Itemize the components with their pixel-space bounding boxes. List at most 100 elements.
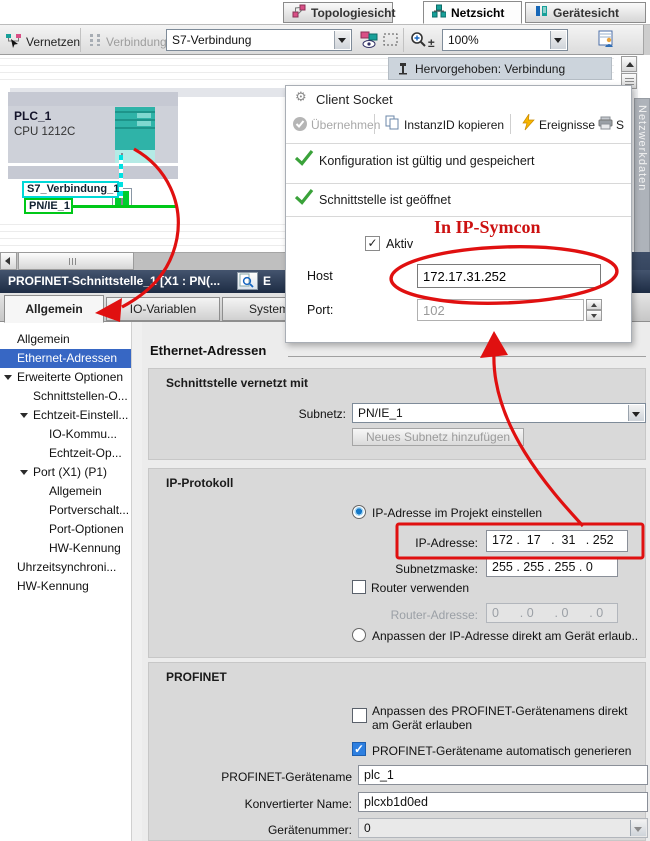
station-type: CPU 1212C bbox=[14, 126, 75, 138]
tree-item-erweiterte-optionen[interactable]: Erweiterte Optionen bbox=[0, 368, 131, 387]
tab-label: Allgemein bbox=[25, 302, 82, 316]
more-button-cut[interactable]: S bbox=[616, 118, 624, 132]
scroll-up-button[interactable] bbox=[621, 56, 637, 72]
aktiv-checkbox[interactable]: ✓ bbox=[365, 236, 380, 251]
tree-item-echtzeit-optionen[interactable]: Echtzeit-Op... bbox=[0, 444, 131, 463]
expander-icon[interactable] bbox=[4, 375, 12, 380]
geraetenummer-value: 0 bbox=[364, 821, 371, 835]
connection-type-value: S7-Verbindung bbox=[172, 33, 251, 47]
tab-topologiesicht[interactable]: Topologiesicht bbox=[283, 2, 393, 23]
router-checkbox-label: Router verwenden bbox=[371, 581, 469, 595]
tab-geraetesicht[interactable]: Gerätesicht bbox=[525, 2, 646, 23]
zoom-in-icon[interactable] bbox=[410, 31, 428, 52]
grip-icon bbox=[625, 78, 634, 85]
check-icon bbox=[294, 149, 314, 169]
pin-icon[interactable] bbox=[397, 62, 409, 79]
events-button[interactable]: Ereignisse bbox=[539, 118, 595, 132]
scrollbar-thumb[interactable] bbox=[18, 252, 134, 270]
subnetz-select[interactable]: PN/IE_1 bbox=[352, 403, 646, 423]
ip-adresse-label: IP-Adresse: bbox=[378, 536, 478, 550]
tree-item-portverschaltung[interactable]: Portverschalt... bbox=[0, 501, 131, 520]
arrow-left-icon bbox=[5, 257, 10, 265]
konvertierter-name-label: Konvertierter Name: bbox=[202, 797, 352, 811]
s7-connection-line[interactable] bbox=[119, 155, 123, 198]
port-decrement-button[interactable] bbox=[586, 310, 602, 321]
status-config: Konfiguration ist gültig und gespeichert bbox=[319, 154, 534, 168]
konvertierter-name-field[interactable]: plcxb1d0ed bbox=[358, 792, 648, 812]
apply-button[interactable]: Übernehmen bbox=[311, 118, 380, 132]
zoom-level-select[interactable]: 100% bbox=[442, 29, 568, 51]
subnetzmaske-field[interactable]: 255 . 255 . 255 . 0 bbox=[486, 557, 618, 577]
netzwerkdaten-tab[interactable]: Netzwerkdaten bbox=[634, 98, 650, 256]
expander-icon[interactable] bbox=[20, 470, 28, 475]
router-checkbox[interactable] bbox=[352, 580, 366, 594]
expander-icon[interactable] bbox=[20, 413, 28, 418]
add-subnet-button[interactable]: Neues Subnetz hinzufügen bbox=[352, 428, 524, 446]
station-name: PLC_1 bbox=[14, 109, 51, 123]
zoom-level-value: 100% bbox=[448, 33, 479, 47]
tree-item-port-hw-kennung[interactable]: HW-Kennung bbox=[0, 539, 131, 558]
tree-item-port-x1-p1[interactable]: Port (X1) (P1) bbox=[0, 463, 131, 482]
ip-symcon-annotation: In IP-Symcon bbox=[434, 217, 541, 238]
chevron-down-icon[interactable] bbox=[630, 820, 646, 836]
tree-item-uhrzeitsynchronisation[interactable]: Uhrzeitsynchroni... bbox=[0, 558, 131, 577]
adjust-name-label-line1: Anpassen des PROFINET-Gerätenamens direk… bbox=[372, 704, 627, 718]
scroll-left-button[interactable] bbox=[0, 252, 17, 270]
section-title: PROFINET bbox=[166, 670, 227, 684]
chevron-down-icon[interactable] bbox=[550, 31, 566, 49]
subnet-line[interactable] bbox=[73, 205, 176, 208]
view-tabs-bar: Topologiesicht Netzsicht Gerätesicht bbox=[0, 0, 650, 24]
vernetzen-button[interactable]: Vernetzen bbox=[26, 35, 80, 49]
adjust-name-checkbox[interactable] bbox=[352, 708, 367, 723]
geraetenummer-label: Gerätenummer: bbox=[202, 823, 352, 837]
chevron-down-icon[interactable] bbox=[334, 31, 350, 49]
geraetename-field[interactable]: plc_1 bbox=[358, 765, 648, 785]
tree-item-hw-kennung[interactable]: HW-Kennung bbox=[0, 577, 131, 596]
page-setup-icon[interactable] bbox=[598, 30, 616, 52]
tree-item-ethernet-adressen[interactable]: Ethernet-Adressen bbox=[0, 349, 131, 368]
highlight-badge: Hervorgehoben: Verbindung bbox=[388, 57, 612, 80]
radio-ip-project[interactable] bbox=[352, 505, 366, 519]
tree-item-allgemein[interactable]: Allgemein bbox=[0, 330, 131, 349]
section-title: IP-Protokoll bbox=[166, 476, 233, 490]
radio-ip-project-label: IP-Adresse im Projekt einstellen bbox=[372, 506, 542, 520]
copy-instanzid-button[interactable]: InstanzID kopieren bbox=[404, 118, 504, 132]
tab-label: Netzsicht bbox=[451, 6, 504, 20]
radio-ip-device[interactable] bbox=[352, 628, 366, 642]
tab-io-variablen[interactable]: IO-Variablen bbox=[106, 297, 220, 321]
subnetzmaske-label: Subnetzmaske: bbox=[378, 562, 478, 576]
tree-item-port-allgemein[interactable]: Allgemein bbox=[0, 482, 131, 501]
tree-item-schnittstellen-optionen[interactable]: Schnittstellen-O... bbox=[0, 387, 131, 406]
device-view-icon bbox=[534, 4, 548, 21]
port-input[interactable] bbox=[417, 299, 584, 321]
tab-allgemein[interactable]: Allgemein bbox=[4, 295, 104, 323]
port-increment-button[interactable] bbox=[586, 299, 602, 310]
chevron-down-icon[interactable] bbox=[628, 405, 644, 421]
tree-item-port-optionen[interactable]: Port-Optionen bbox=[0, 520, 131, 539]
s7-connection-label[interactable]: S7_Verbindung_1 bbox=[22, 181, 119, 198]
tab-netzsicht[interactable]: Netzsicht bbox=[423, 1, 522, 24]
ip-adresse-field[interactable]: 172 . 17 . 31 . 252 bbox=[486, 530, 628, 552]
highlight-connection-icon[interactable] bbox=[360, 31, 379, 53]
host-input[interactable] bbox=[417, 264, 601, 288]
grip-icon bbox=[69, 258, 78, 265]
aktiv-label: Aktiv bbox=[386, 237, 413, 251]
plc-station[interactable]: PLC_1 CPU 1212C bbox=[8, 92, 178, 179]
check-icon bbox=[294, 188, 314, 208]
router-adresse-label: Router-Adresse: bbox=[378, 608, 478, 622]
network-view-icon bbox=[432, 4, 446, 21]
tree-item-io-kommunikation[interactable]: IO-Kommu... bbox=[0, 425, 131, 444]
selection-frame-icon[interactable] bbox=[383, 33, 399, 50]
dialog-title: Client Socket bbox=[316, 92, 393, 107]
subnet-label[interactable]: PN/IE_1 bbox=[24, 198, 73, 214]
radio-ip-device-label: Anpassen der IP-Adresse direkt am Gerät … bbox=[372, 629, 638, 643]
zoom-step-icon[interactable]: ± bbox=[428, 36, 435, 50]
geraetenummer-select[interactable]: 0 bbox=[358, 818, 648, 838]
auto-generate-label: PROFINET-Gerätename automatisch generier… bbox=[372, 744, 631, 758]
properties-icon-button[interactable] bbox=[237, 272, 258, 290]
connection-type-select[interactable]: S7-Verbindung bbox=[166, 29, 352, 51]
tree-item-echtzeit-einstellungen[interactable]: Echtzeit-Einstell... bbox=[0, 406, 131, 425]
topology-icon bbox=[292, 4, 306, 21]
tree-scrollbar[interactable] bbox=[131, 322, 142, 841]
auto-generate-checkbox[interactable]: ✓ bbox=[352, 742, 366, 756]
